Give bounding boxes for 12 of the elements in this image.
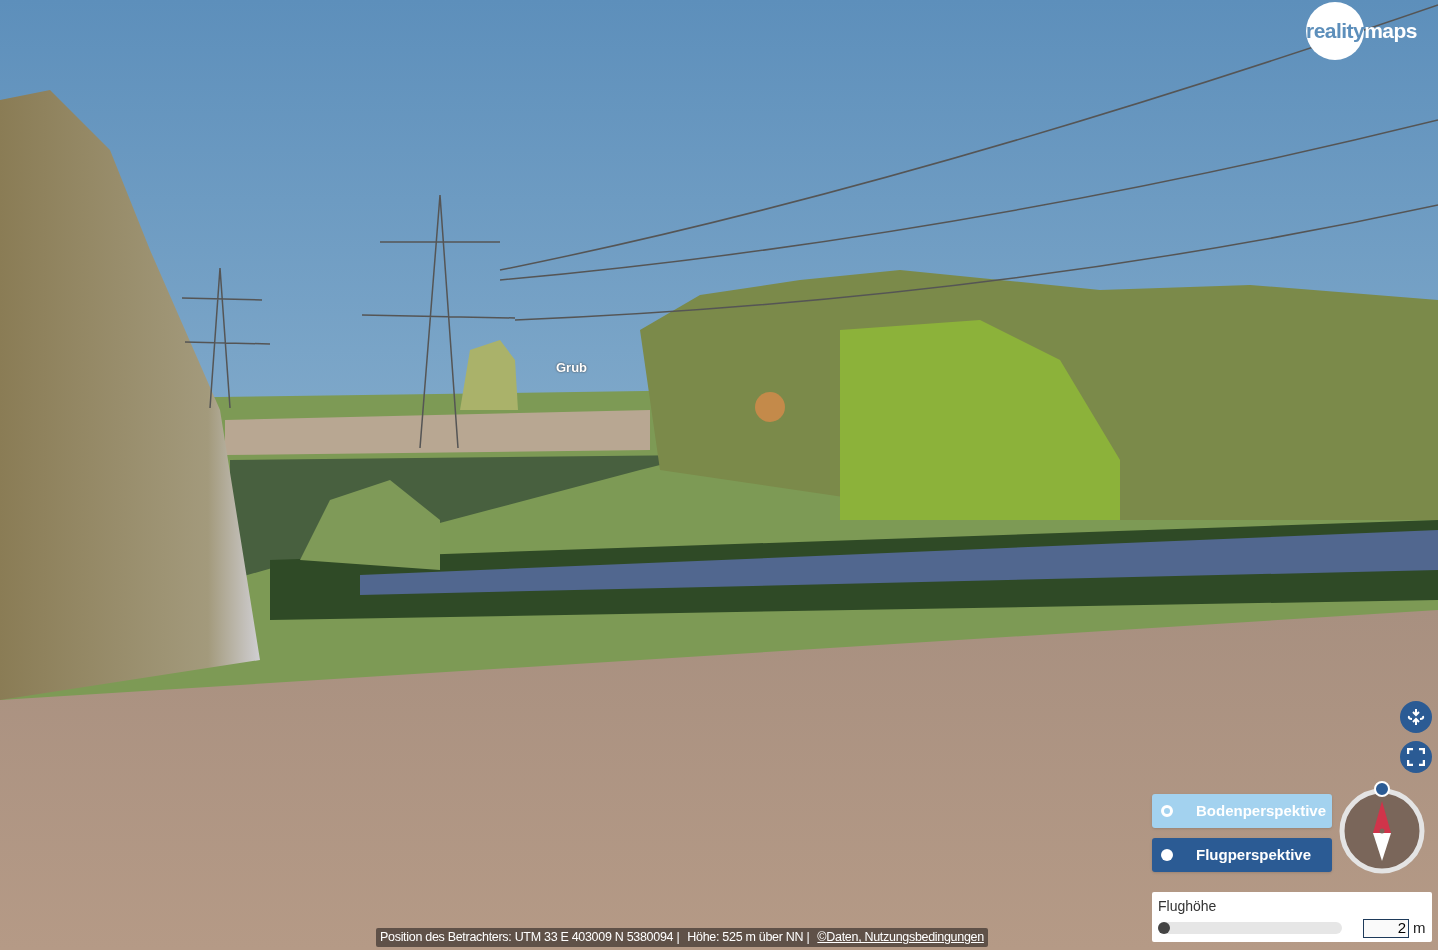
perspective-button[interactable]: Flugperspektive (1152, 838, 1332, 872)
altitude-slider[interactable] (1158, 922, 1342, 935)
altitude-label: Flughöhe (1158, 898, 1218, 915)
map-label: Grub (556, 359, 588, 377)
slider-thumb[interactable] (1158, 922, 1170, 935)
compass-icon[interactable] (1338, 781, 1426, 875)
unit-label: m (1413, 918, 1426, 938)
viewer-height: Höhe: 525 m über NN | (687, 929, 810, 947)
viewer-position: Position des Betrachters: UTM 33 E 403009 N 5380094 | (380, 929, 680, 947)
terms-link[interactable]: ©Daten, Nutzungsbedingungen (817, 928, 984, 947)
logo: realitymaps (1306, 2, 1417, 60)
altitude-input[interactable]: 2 (1363, 918, 1409, 938)
